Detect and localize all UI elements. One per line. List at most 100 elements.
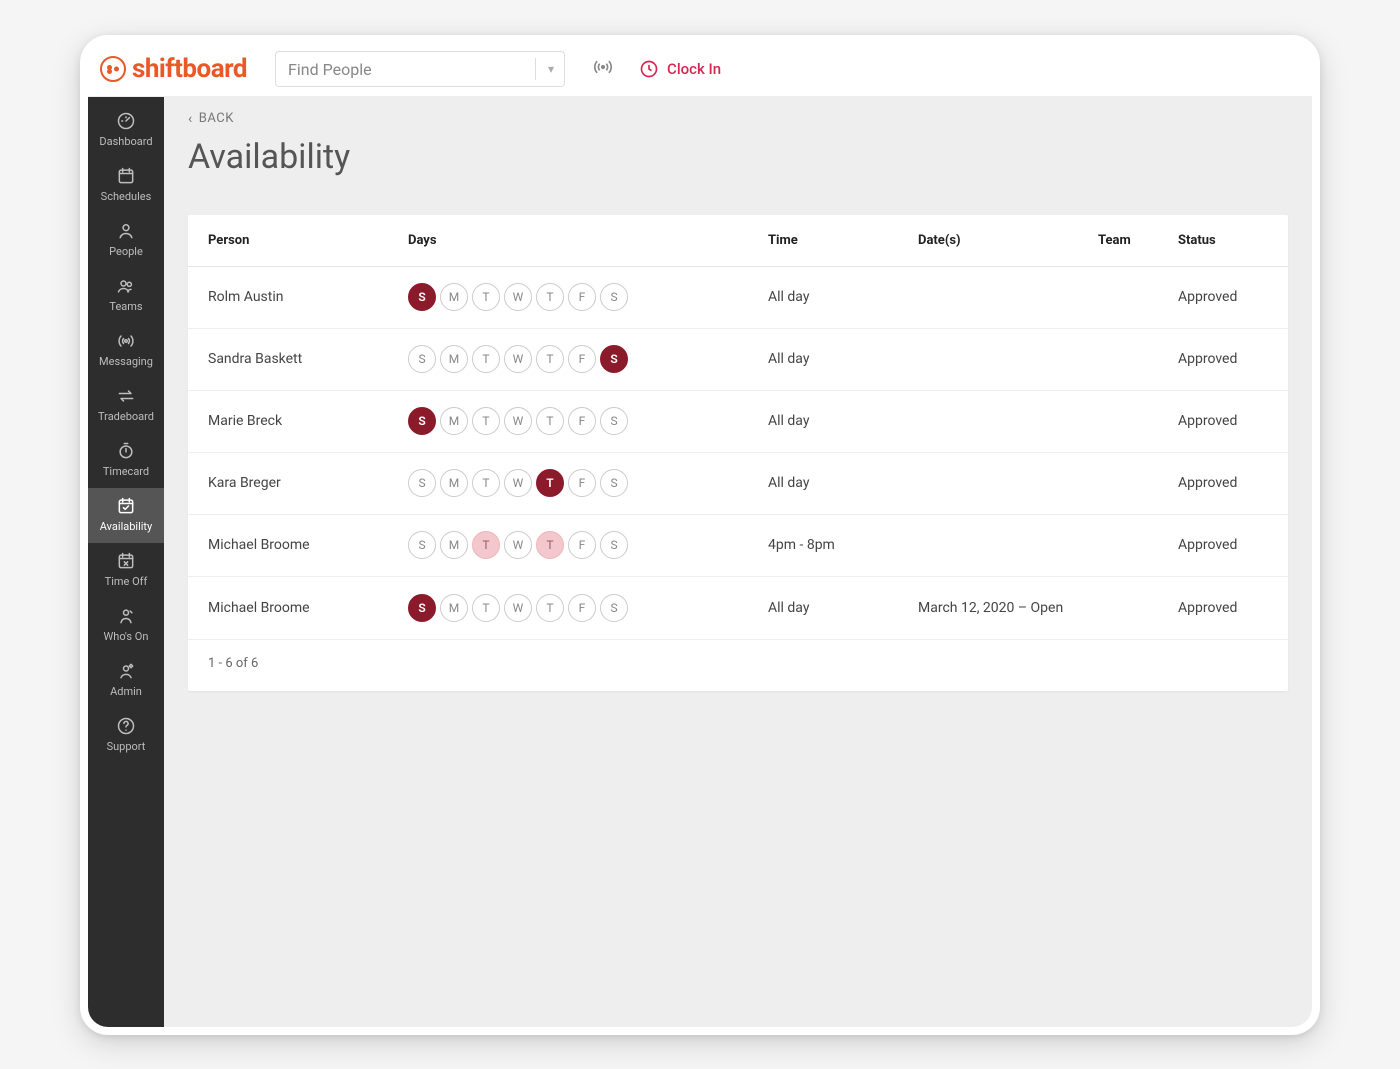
day-pill: F [568, 407, 596, 435]
sidebar-item-dashboard[interactable]: Dashboard [88, 103, 164, 158]
cell-days: SMTWTFS [408, 469, 768, 497]
brand-name: shiftboard [132, 54, 247, 84]
sidebar-item-tradeboard[interactable]: Tradeboard [88, 378, 164, 433]
col-dates: Date(s) [918, 233, 1098, 248]
cell-status: Approved [1178, 351, 1278, 367]
day-pill: S [600, 594, 628, 622]
back-label: BACK [199, 111, 234, 126]
help-icon [116, 716, 136, 736]
cell-dates: March 12, 2020 – Open [918, 600, 1098, 616]
table-row[interactable]: Sandra BaskettSMTWTFSAll dayApproved [188, 329, 1288, 391]
day-pill: S [600, 407, 628, 435]
day-pill: M [440, 283, 468, 311]
sidebar-item-teams[interactable]: Teams [88, 268, 164, 323]
sidebar-item-support[interactable]: Support [88, 708, 164, 763]
day-pill: M [440, 407, 468, 435]
day-pill: T [536, 283, 564, 311]
cell-person: Kara Breger [208, 475, 408, 491]
sidebar-item-admin[interactable]: Admin [88, 653, 164, 708]
broadcast-icon[interactable] [593, 57, 613, 82]
cell-person: Michael Broome [208, 537, 408, 553]
cell-person: Rolm Austin [208, 289, 408, 305]
device-frame: shiftboard Find People ▾ Clock In Dashbo… [80, 35, 1320, 1035]
people-icon [116, 276, 136, 296]
day-pill: T [472, 594, 500, 622]
day-pill: W [504, 531, 532, 559]
col-time: Time [768, 233, 918, 248]
table-row[interactable]: Michael BroomeSMTWTFSAll dayMarch 12, 20… [188, 577, 1288, 639]
table-row[interactable]: Kara BregerSMTWTFSAll dayApproved [188, 453, 1288, 515]
find-people-search[interactable]: Find People ▾ [275, 51, 565, 87]
clock-in-button[interactable]: Clock In [639, 59, 721, 79]
day-pill: T [472, 283, 500, 311]
cell-time: All day [768, 289, 918, 305]
sidebar-item-label: Time Off [105, 575, 148, 588]
chevron-down-icon[interactable]: ▾ [542, 62, 560, 76]
day-pill: S [408, 594, 436, 622]
sidebar-item-time-off[interactable]: Time Off [88, 543, 164, 598]
day-pill: S [600, 283, 628, 311]
sidebar-item-people[interactable]: People [88, 213, 164, 268]
sidebar-item-schedules[interactable]: Schedules [88, 158, 164, 213]
day-pill: S [408, 345, 436, 373]
swap-icon [116, 386, 136, 406]
day-pill: S [408, 407, 436, 435]
day-pill: W [504, 594, 532, 622]
day-pill: S [408, 283, 436, 311]
day-pill: T [536, 345, 564, 373]
availability-table: Person Days Time Date(s) Team Status Rol… [188, 215, 1288, 691]
cal-x-icon [116, 551, 136, 571]
body: Dashboard SchedulesPeopleTeamsMessagingTr… [88, 97, 1312, 1027]
cell-days: SMTWTFS [408, 345, 768, 373]
cell-person: Michael Broome [208, 600, 408, 616]
sidebar-item-label: Support [107, 740, 146, 753]
gauge-icon [116, 111, 136, 131]
day-pill: F [568, 469, 596, 497]
table-row[interactable]: Michael BroomeSMTWTFS4pm - 8pmApproved [188, 515, 1288, 577]
brand-logo-icon [100, 56, 126, 82]
table-row[interactable]: Rolm AustinSMTWTFSAll day Approved [188, 267, 1288, 329]
cell-time: All day [768, 600, 918, 616]
back-link[interactable]: ‹ BACK [188, 111, 1288, 127]
sidebar-item-label: Timecard [103, 465, 149, 478]
page-title: Availability [188, 137, 1288, 177]
day-pill: T [536, 594, 564, 622]
stopwatch-icon [116, 441, 136, 461]
day-pill: F [568, 345, 596, 373]
sidebar-item-label: Who's On [104, 630, 149, 643]
cell-days: SMTWTFS [408, 283, 768, 311]
brand-logo[interactable]: shiftboard [92, 54, 255, 84]
sidebar-item-timecard[interactable]: Timecard [88, 433, 164, 488]
day-pill: W [504, 469, 532, 497]
cell-days: SMTWTFS [408, 531, 768, 559]
cell-days: SMTWTFS [408, 594, 768, 622]
person-badge-icon [116, 606, 136, 626]
day-pill: W [504, 345, 532, 373]
day-pill: S [408, 469, 436, 497]
cell-time: All day [768, 351, 918, 367]
admin-icon [116, 661, 136, 681]
broadcast-icon [116, 331, 136, 351]
sidebar: Dashboard SchedulesPeopleTeamsMessagingTr… [88, 97, 164, 1027]
sidebar-item-messaging[interactable]: Messaging [88, 323, 164, 378]
sidebar-item-availability[interactable]: Availability [88, 488, 164, 543]
sidebar-item-label: Availability [100, 520, 152, 533]
topbar: shiftboard Find People ▾ Clock In [88, 43, 1312, 97]
cell-status: Approved [1178, 289, 1278, 305]
day-pill: M [440, 594, 468, 622]
sidebar-item-who-s-on[interactable]: Who's On [88, 598, 164, 653]
table-row[interactable]: Marie BreckSMTWTFSAll dayApproved [188, 391, 1288, 453]
search-placeholder: Find People [288, 60, 529, 79]
clock-in-label: Clock In [667, 60, 721, 78]
sidebar-item-label: Admin [110, 685, 142, 698]
day-pill: S [408, 531, 436, 559]
day-pill: F [568, 283, 596, 311]
sidebar-item-label: Dashboard [99, 135, 152, 148]
cell-person: Marie Breck [208, 413, 408, 429]
main-content: ‹ BACK Availability Person Days Time Dat… [164, 97, 1312, 1027]
col-person: Person [208, 233, 408, 248]
cell-status: Approved [1178, 537, 1278, 553]
col-days: Days [408, 233, 768, 248]
table-header: Person Days Time Date(s) Team Status [188, 215, 1288, 267]
calendar-icon [116, 166, 136, 186]
